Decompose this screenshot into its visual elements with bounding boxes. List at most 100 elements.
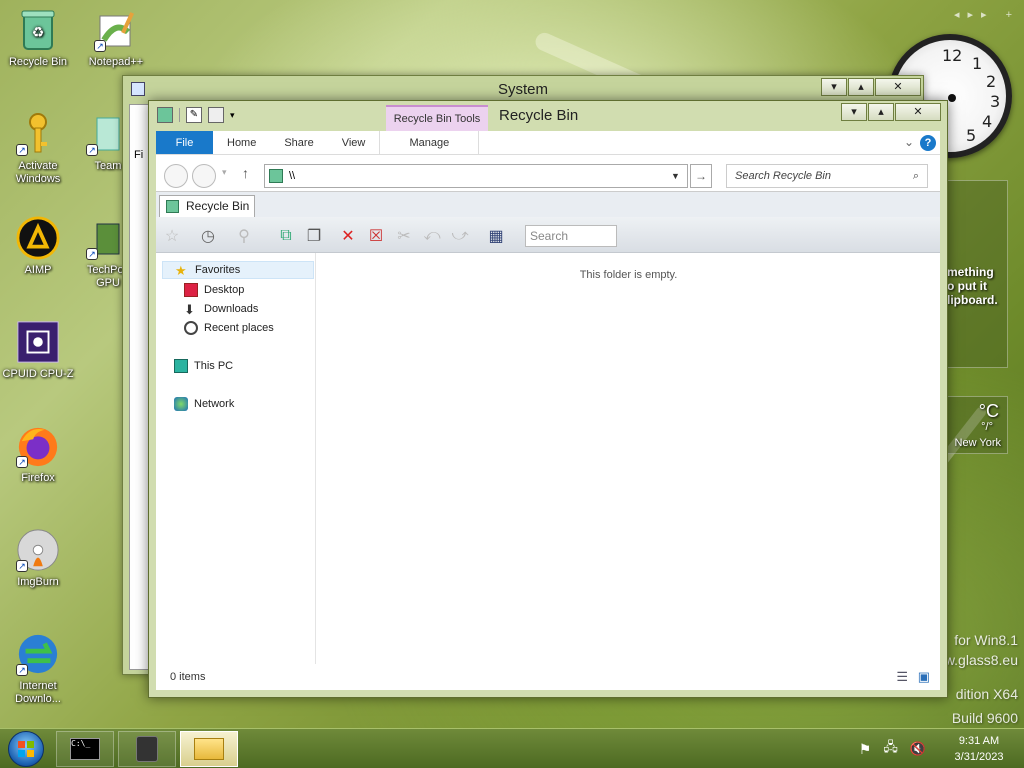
taskbar-calculator[interactable] (118, 731, 176, 767)
details-view-icon[interactable]: ☰ (896, 664, 908, 690)
minimize-button[interactable]: ▾ (841, 103, 867, 121)
tab-home[interactable]: Home (213, 131, 270, 154)
close-button[interactable]: ✕ (875, 78, 921, 96)
clipboard-gadget[interactable]: mething o put it lipboard. (944, 180, 1008, 368)
address-bar[interactable]: \\ ▼ (264, 164, 688, 188)
clock-number: 12 (942, 46, 963, 65)
desktop-icon-label: Activate Windows (15, 160, 61, 185)
recycle-bin-window-title: Recycle Bin (499, 107, 579, 124)
sidebar-item-downloads[interactable]: ⬇ Downloads (184, 300, 258, 318)
sidebar-item-this-pc[interactable]: This PC (174, 357, 233, 375)
cut-icon[interactable]: ✂ (392, 225, 416, 247)
desktop-icon-label: Recycle Bin (8, 56, 68, 68)
redo-icon[interactable]: ⤻ (448, 225, 472, 247)
weather-unit: °C (978, 401, 999, 421)
recent-locations-icon[interactable]: ▾ (222, 167, 227, 178)
cpuz-icon (16, 320, 60, 364)
search-input[interactable]: Search Recycle Bin ⌕ (726, 164, 928, 188)
tab-share[interactable]: Share (270, 131, 327, 154)
file-list-area[interactable]: This folder is empty. (317, 253, 940, 664)
ribbon-tabs: File Home Share View Manage ⌄ ? (156, 131, 940, 155)
close-button[interactable]: ✕ (895, 103, 941, 121)
recycle-bin-caption-buttons: ▾ ▴ ✕ (841, 103, 941, 121)
maximize-button[interactable]: ▴ (868, 103, 894, 121)
clock-date: 3/31/2023 (954, 751, 1004, 763)
minimize-button[interactable]: ▾ (821, 78, 847, 96)
up-arrow-icon[interactable]: ↑ (242, 165, 249, 181)
sidebar-item-favorites[interactable]: ★ Favorites (162, 261, 314, 279)
system-sidebar-text: Fi (134, 149, 144, 161)
qat-dropdown-icon[interactable]: ▾ (230, 110, 235, 121)
taskbar-file-explorer[interactable] (180, 731, 238, 767)
toolbar-search-placeholder: Search (530, 229, 569, 243)
system-window-body: Fi (129, 104, 149, 670)
sidebar-item-recent-places[interactable]: Recent places (184, 319, 274, 337)
network-tray-icon[interactable]: 🖧 (883, 738, 898, 760)
address-dropdown-icon[interactable]: ▼ (671, 171, 687, 181)
help-icon[interactable]: ? (920, 135, 936, 151)
forward-button[interactable] (192, 164, 216, 188)
clock-time: 9:31 AM (958, 735, 1000, 747)
desktop-icon-imgburn[interactable]: ↗ ImgBurn (0, 528, 76, 589)
watermark-line: Build 9600 (951, 710, 1018, 726)
weather-gadget[interactable]: °C °/° New York (944, 396, 1008, 454)
copy-to-icon[interactable]: ⧉ (274, 225, 298, 247)
search-placeholder: Search Recycle Bin (735, 170, 831, 182)
desktop-icon (184, 283, 198, 297)
flag-icon[interactable]: ⚑ (859, 741, 872, 758)
document-tab-strip: Recycle Bin (156, 191, 940, 218)
desktop-icon-internet-download-manager[interactable]: ↗ Internet Downlo... (0, 632, 76, 706)
taskbar-clock[interactable]: 9:31 AM 3/31/2023 (934, 733, 1024, 765)
recycle-bin-tools-tab[interactable]: Recycle Bin Tools (386, 105, 488, 131)
tab-view[interactable]: View (328, 131, 380, 154)
tab-file[interactable]: File (156, 131, 213, 154)
clock-number: 5 (966, 126, 977, 145)
refresh-arrow-icon[interactable]: → (690, 164, 712, 188)
clock-number: 4 (982, 112, 993, 131)
taskbar-command-prompt[interactable]: C:\_ (56, 731, 114, 767)
watermark-line: w.glass8.eu (944, 652, 1018, 668)
desktop-icon-label: Firefox (21, 472, 55, 484)
computer-icon (174, 359, 188, 373)
view-mode-icon[interactable]: ▦ (484, 225, 508, 247)
back-button[interactable] (164, 164, 188, 188)
delete-icon[interactable]: ✕ (336, 225, 360, 247)
gadget-nav-arrows[interactable]: ◂▸▸ + (954, 8, 1020, 21)
star-icon[interactable]: ☆ (160, 225, 184, 247)
delete-permanently-icon[interactable]: ☒ (364, 225, 388, 247)
system-window-caption-buttons: ▾ ▴ ✕ (821, 78, 921, 96)
recycle-bin-window[interactable]: ✎ ▾ Recycle Bin Tools Recycle Bin ▾ ▴ ✕ … (148, 100, 948, 698)
key-icon: ↗ (16, 112, 60, 156)
sidebar-item-network[interactable]: Network (174, 395, 234, 413)
desktop-icon-notepadpp[interactable]: ↗ Notepad++ (78, 8, 154, 69)
watermark-line: for Win8.1 (954, 632, 1018, 648)
recycle-bin-icon: ♻ (16, 8, 60, 52)
properties-icon[interactable]: ✎ (186, 107, 202, 123)
start-button[interactable] (8, 731, 44, 767)
desktop-icon-label: AIMP (24, 264, 52, 276)
large-icons-view-icon[interactable]: ▣ (918, 664, 930, 690)
desktop-icon-cpuz[interactable]: CPUID CPU-Z (0, 320, 76, 381)
desktop-icon-aimp[interactable]: AIMP (0, 216, 76, 277)
desktop-icon-recycle-bin[interactable]: ♻ Recycle Bin (0, 8, 76, 69)
tab-recycle-bin[interactable]: Recycle Bin (159, 195, 255, 218)
explorer-body: File Home Share View Manage ⌄ ? ▾ ↑ \\ ▼… (156, 131, 940, 690)
undo-icon[interactable]: ⤺ (420, 225, 444, 247)
clock-center (948, 94, 956, 102)
taskbar: C:\_ ⚑ 🖧 🔇 9:31 AM 3/31/2023 (0, 728, 1024, 768)
history-icon[interactable]: ◷ (196, 225, 220, 247)
desktop-icon-label: ImgBurn (17, 576, 59, 588)
toolbar-search-input[interactable]: Search (525, 225, 617, 247)
move-to-icon[interactable]: ❐ (302, 225, 326, 247)
new-folder-icon[interactable] (208, 107, 224, 123)
tab-manage[interactable]: Manage (379, 131, 480, 154)
desktop-icon-firefox[interactable]: ↗ Firefox (0, 424, 76, 485)
user-icon[interactable]: ⚲ (232, 225, 256, 247)
expand-ribbon-icon[interactable]: ⌄ (904, 135, 914, 149)
volume-muted-icon[interactable]: 🔇 (910, 741, 926, 757)
sidebar-item-desktop[interactable]: Desktop (184, 281, 244, 299)
maximize-button[interactable]: ▴ (848, 78, 874, 96)
address-text: \\ (289, 170, 296, 182)
download-icon: ⬇ (184, 302, 195, 317)
desktop-icon-activate-windows[interactable]: ↗ Activate Windows (0, 112, 76, 186)
